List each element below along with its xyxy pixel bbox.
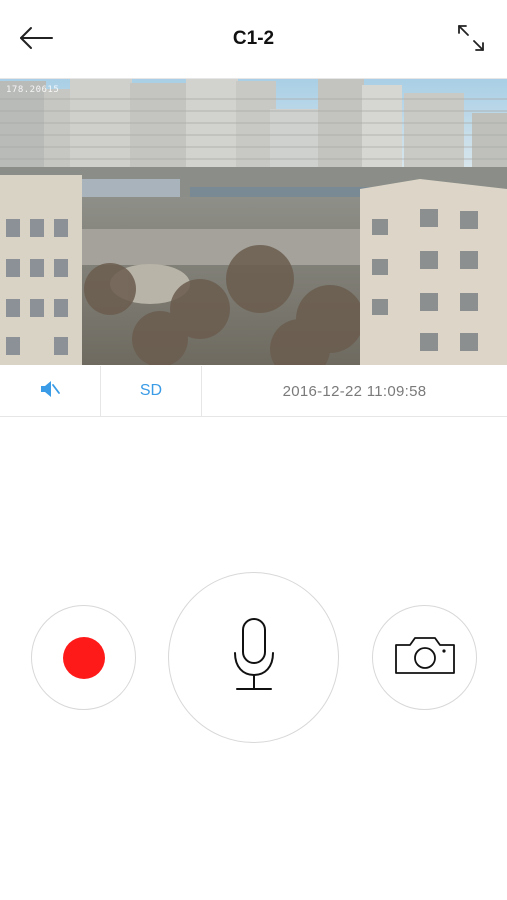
- header: C1-2: [0, 0, 507, 79]
- record-button[interactable]: [31, 605, 136, 710]
- live-video-feed[interactable]: 178.20615: [0, 79, 507, 365]
- video-frame-image: [0, 79, 507, 365]
- video-timestamp: 2016-12-22 11:09:58: [282, 382, 427, 400]
- talk-button[interactable]: [168, 572, 339, 743]
- control-bar: SD 2016-12-22 11:09:58: [0, 366, 507, 417]
- quality-toggle[interactable]: SD: [101, 366, 202, 416]
- camera-icon: [394, 635, 456, 680]
- video-osd-text: 178.20615: [6, 85, 60, 95]
- page-title: C1-2: [232, 28, 275, 49]
- microphone-icon: [232, 617, 276, 698]
- expand-icon: [456, 23, 486, 58]
- speaker-muted-icon: [39, 379, 61, 404]
- fullscreen-button[interactable]: [449, 20, 493, 60]
- camera-live-view: C1-2 178.20615 SD 2016-12-22 11:09:58: [0, 0, 507, 900]
- snapshot-button[interactable]: [372, 605, 477, 710]
- record-icon: [62, 636, 105, 679]
- mute-button[interactable]: [0, 366, 101, 416]
